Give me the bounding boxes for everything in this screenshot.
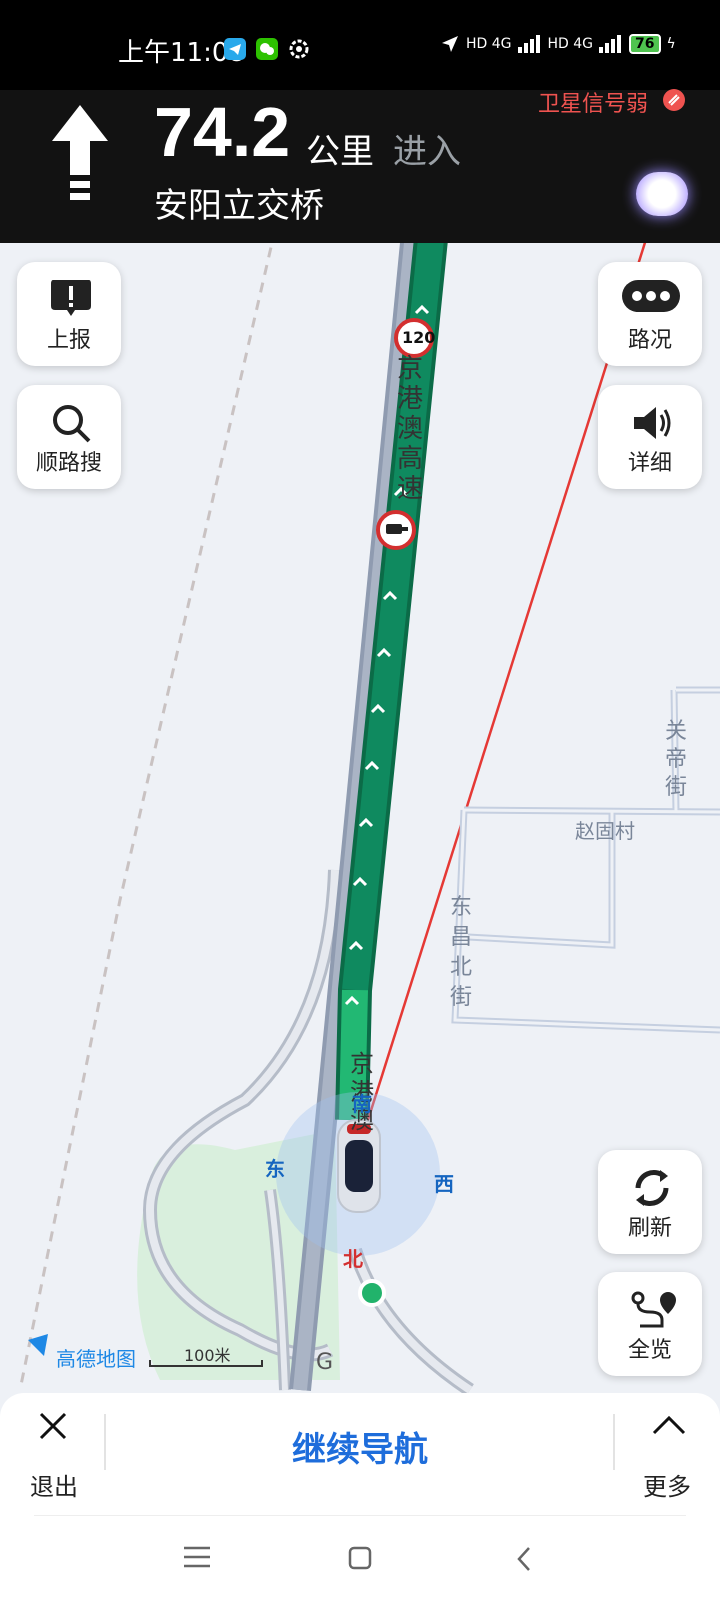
compass-south: 南	[352, 1092, 372, 1116]
menu-icon[interactable]	[184, 1546, 210, 1568]
telegram-icon	[224, 38, 246, 60]
report-label: 上报	[46, 328, 91, 353]
camera-icon	[376, 510, 416, 550]
exit-button[interactable]: 退出	[30, 1467, 78, 1502]
voice-assistant-avatar[interactable]	[636, 172, 688, 216]
road-label-zhaogu: 赵固村	[575, 819, 635, 843]
divider	[34, 1515, 686, 1516]
road-label-dongchang: 东昌北街	[450, 895, 473, 1010]
search-along-button[interactable]: 顺路搜	[17, 385, 121, 489]
network-label-2: HD 4G	[547, 36, 594, 52]
route-overview-icon	[631, 1291, 676, 1328]
more-dots-icon	[622, 280, 680, 312]
status-icons: HD 4G HD 4G 76 ϟ	[440, 34, 676, 54]
overview-label: 全览	[627, 1338, 672, 1363]
compass-north: 北	[343, 1247, 363, 1271]
detail-label: 详细	[627, 451, 672, 476]
more-button[interactable]: 更多	[643, 1467, 691, 1502]
overview-button[interactable]: 全览	[598, 1272, 702, 1376]
location-arrow-icon	[442, 36, 458, 52]
road-label-guandi: 关帝街	[665, 719, 688, 800]
turn-action: 进入	[393, 132, 461, 172]
refresh-icon	[635, 1170, 669, 1206]
battery-indicator: 76	[629, 34, 661, 54]
route-point-marker	[358, 1279, 386, 1307]
traffic-label: 路况	[627, 328, 672, 353]
distance-unit: 公里	[306, 132, 374, 172]
traffic-button[interactable]: 路况	[598, 262, 702, 366]
signal-icon-2	[599, 35, 622, 53]
continue-navigation-button[interactable]: 继续导航	[0, 1422, 720, 1471]
divider	[613, 1414, 615, 1470]
search-along-label: 顺路搜	[35, 451, 102, 476]
satellite-icon	[663, 89, 685, 111]
network-label: HD 4G	[466, 36, 512, 52]
signal-icon	[517, 35, 540, 53]
back-icon[interactable]	[516, 1546, 532, 1572]
report-icon	[51, 280, 91, 316]
refresh-button[interactable]: 刷新	[598, 1150, 702, 1254]
wechat-icon	[256, 38, 278, 60]
compass-east: 东	[265, 1157, 285, 1181]
status-bar: 上午11:08 HD 4G HD 4G 76 ϟ	[0, 0, 720, 90]
highway-marker: G	[316, 1350, 334, 1375]
compass-west: 西	[434, 1172, 454, 1196]
speed-limit-value: 120	[402, 328, 436, 347]
home-icon[interactable]	[348, 1546, 372, 1570]
scale-label: 100米	[184, 1346, 231, 1365]
search-icon	[53, 405, 91, 443]
highway-name-label: 京港澳高速	[397, 354, 424, 504]
chevron-up-icon[interactable]	[651, 1414, 687, 1436]
straight-arrow-icon	[52, 105, 108, 200]
settings-icon	[289, 39, 309, 59]
report-button[interactable]: 上报	[17, 262, 121, 366]
speaker-icon	[634, 407, 671, 439]
brand-label: 高德地图	[56, 1347, 136, 1371]
next-road-name: 安阳立交桥	[154, 186, 324, 226]
charging-icon: ϟ	[666, 36, 676, 52]
refresh-label: 刷新	[627, 1216, 672, 1241]
gps-status: 卫星信号弱	[538, 92, 649, 117]
detail-button[interactable]: 详细	[598, 385, 702, 489]
distance-value: 74.2	[154, 93, 291, 171]
